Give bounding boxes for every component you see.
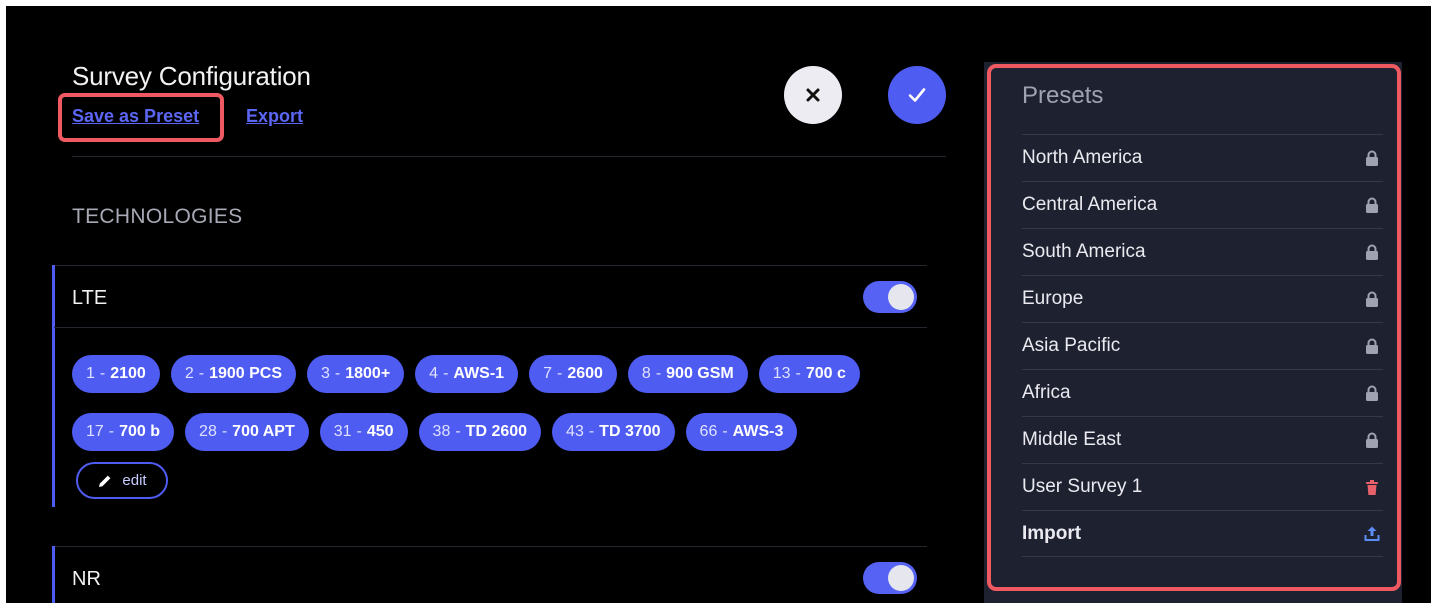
lock-icon — [1363, 149, 1381, 167]
nr-toggle[interactable] — [863, 562, 917, 594]
page-title: Survey Configuration — [72, 61, 311, 91]
band-chip-38[interactable]: 38- TD 2600 — [418, 413, 542, 451]
band-chip-2[interactable]: 2-1900 PCS — [170, 355, 296, 393]
confirm-button[interactable] — [888, 66, 946, 124]
check-icon — [908, 88, 926, 102]
preset-item-middle-east[interactable]: Middle East — [1022, 416, 1383, 463]
lock-icon — [1363, 243, 1381, 261]
band-chip-17[interactable]: 17-700 b — [72, 413, 175, 451]
tech-label-lte: LTE — [72, 287, 108, 309]
band-chip-row-2: 17-700 b 28-700 APT 31-450 38- TD 2600 43… — [72, 413, 912, 451]
nr-accent-bar — [52, 546, 55, 603]
preset-label: Middle East — [1022, 429, 1122, 450]
band-chip-66[interactable]: 66- AWS-3 — [685, 413, 798, 451]
trash-icon[interactable] — [1363, 478, 1381, 496]
edit-label: edit — [122, 472, 147, 489]
band-chip-43[interactable]: 43- TD 3700 — [552, 413, 675, 451]
lock-icon — [1363, 431, 1381, 449]
header-divider — [72, 156, 946, 157]
toggle-knob — [888, 565, 914, 591]
tech-label-nr: NR — [72, 568, 101, 590]
preset-label: User Survey 1 — [1022, 476, 1143, 497]
preset-item-asia-pacific[interactable]: Asia Pacific — [1022, 322, 1383, 369]
lock-icon — [1363, 337, 1381, 355]
preset-list: North America Central America South Amer… — [1022, 134, 1383, 557]
nr-divider — [54, 546, 927, 547]
pencil-icon — [99, 475, 111, 487]
save-preset-highlight — [58, 93, 224, 142]
toggle-knob — [888, 284, 914, 310]
technologies-heading: TECHNOLOGIES — [72, 205, 243, 228]
band-chip-31[interactable]: 31-450 — [319, 413, 408, 451]
lock-icon — [1363, 196, 1381, 214]
export-link[interactable]: Export — [246, 106, 303, 127]
band-chip-1[interactable]: 1-2100 — [72, 355, 160, 393]
preset-label: Africa — [1022, 382, 1071, 403]
band-chip-3[interactable]: 3-1800+ — [307, 355, 405, 393]
preset-item-africa[interactable]: Africa — [1022, 369, 1383, 416]
lte-accent-bar — [52, 265, 55, 507]
preset-label: Central America — [1022, 194, 1158, 215]
preset-item-central-america[interactable]: Central America — [1022, 181, 1383, 228]
upload-icon[interactable] — [1363, 525, 1381, 543]
band-chip-8[interactable]: 8-900 GSM — [627, 355, 748, 393]
preset-item-user-survey-1[interactable]: User Survey 1 — [1022, 463, 1383, 510]
preset-item-north-america[interactable]: North America — [1022, 134, 1383, 181]
edit-bands-button[interactable]: edit — [76, 462, 168, 499]
preset-label: Import — [1022, 522, 1082, 544]
lock-icon — [1363, 384, 1381, 402]
band-chip-13[interactable]: 13-700 c — [758, 355, 860, 393]
preset-item-south-america[interactable]: South America — [1022, 228, 1383, 275]
close-icon — [806, 88, 820, 102]
preset-label: Europe — [1022, 288, 1084, 309]
band-chip-28[interactable]: 28-700 APT — [185, 413, 309, 451]
lte-divider — [54, 327, 927, 328]
cancel-button[interactable] — [784, 66, 842, 124]
preset-item-europe[interactable]: Europe — [1022, 275, 1383, 322]
lte-toggle[interactable] — [863, 281, 917, 313]
preset-label: South America — [1022, 241, 1146, 262]
preset-label: North America — [1022, 147, 1143, 168]
band-chip-7[interactable]: 7-2600 — [529, 355, 617, 393]
band-chip-row-1: 1-2100 2-1900 PCS 3-1800+ 4- AWS-1 7-2600… — [72, 355, 912, 393]
presets-title: Presets — [1022, 82, 1104, 109]
preset-label: Asia Pacific — [1022, 335, 1121, 356]
lock-icon — [1363, 290, 1381, 308]
survey-configuration-screen: Survey Configuration Save as Preset Expo… — [6, 6, 1431, 603]
lte-band-chips: 1-2100 2-1900 PCS 3-1800+ 4- AWS-1 7-2600… — [72, 355, 912, 471]
technologies-divider — [54, 265, 927, 266]
preset-item-import[interactable]: Import — [1022, 510, 1383, 557]
band-chip-4[interactable]: 4- AWS-1 — [415, 355, 519, 393]
